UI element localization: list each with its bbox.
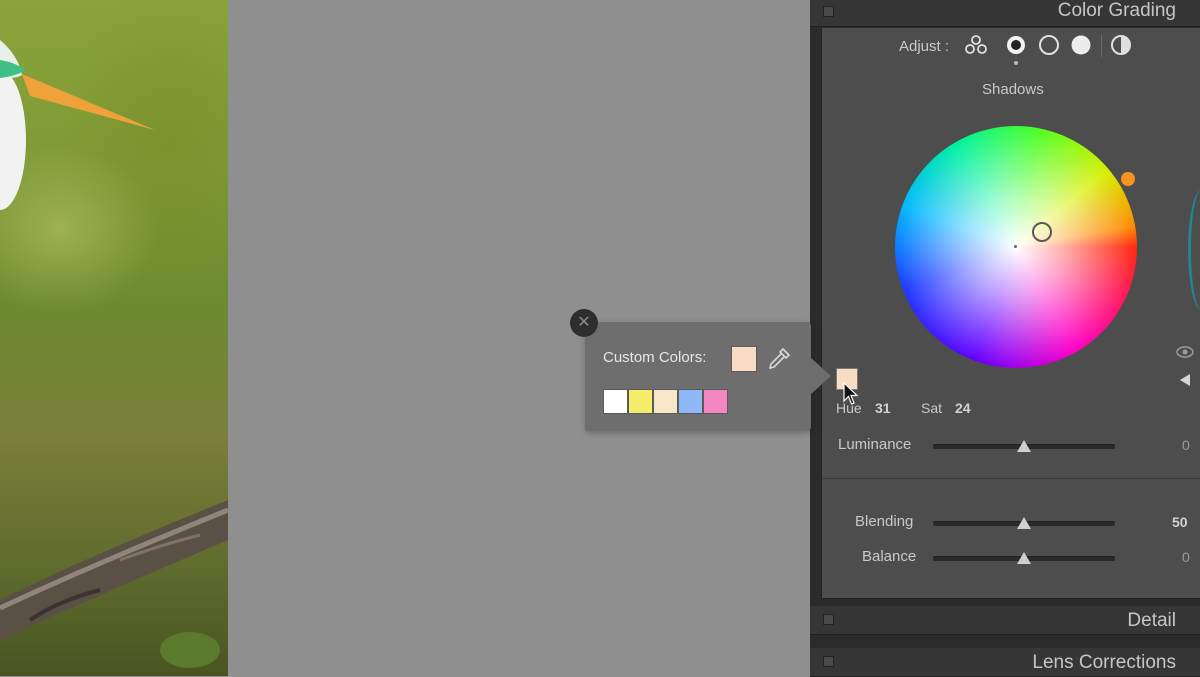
midtones-icon[interactable] [1038,34,1060,56]
luminance-slider-thumb[interactable] [1017,440,1031,452]
panel-toggle-icon[interactable] [823,6,834,17]
custom-colors-popup [585,322,811,431]
swatch-white[interactable] [603,389,628,414]
photo-preview [0,0,228,676]
luminance-value[interactable]: 0 [1182,437,1190,453]
swatch-cream[interactable] [653,389,678,414]
swatch-yellow[interactable] [628,389,653,414]
sat-value[interactable]: 24 [955,400,971,416]
adjust-divider [1101,35,1102,57]
close-button[interactable]: ✕ [570,309,598,337]
current-color-swatch[interactable] [731,346,757,372]
section-divider [822,478,1200,479]
active-mode-indicator [1014,61,1018,65]
panel-toggle-icon[interactable] [823,656,834,667]
custom-colors-label: Custom Colors: [603,349,707,366]
global-icon[interactable] [1110,34,1132,56]
detail-header[interactable]: Detail [810,606,1200,635]
color-wheel-picker[interactable] [1032,222,1052,242]
panel-toggle-icon[interactable] [823,614,834,625]
wheel-center-dot [1014,245,1017,248]
triangle-left-icon[interactable] [1178,373,1192,387]
popup-pointer [811,358,831,394]
eye-icon[interactable] [1176,345,1194,359]
balance-label: Balance [862,548,917,565]
eyedropper-icon[interactable] [766,346,792,372]
balance-value[interactable]: 0 [1182,549,1190,565]
hue-value[interactable]: 31 [875,400,891,416]
blending-label: Blending [855,513,914,530]
adjust-label: Adjust : [899,38,950,55]
lens-corrections-header[interactable]: Lens Corrections [810,648,1200,677]
hue-handle[interactable] [1121,172,1135,186]
color-grading-title: Color Grading [1057,0,1176,21]
shadows-icon[interactable] [1005,34,1027,56]
highlights-icon[interactable] [1070,34,1092,56]
luminance-label: Luminance [838,436,912,453]
hue-label: Hue [836,400,862,416]
blending-slider-thumb[interactable] [1017,517,1031,529]
swatch-blue[interactable] [678,389,703,414]
detail-title: Detail [1127,610,1176,631]
sat-label: Sat [921,400,943,416]
mode-title: Shadows [982,81,1044,98]
color-grading-header[interactable]: Color Grading [810,0,1200,27]
three-way-icon[interactable] [965,34,987,56]
blending-value[interactable]: 50 [1172,514,1188,530]
balance-slider-thumb[interactable] [1017,552,1031,564]
lens-corrections-title: Lens Corrections [1032,652,1176,673]
photo-content [0,40,228,668]
swatch-pink[interactable] [703,389,728,414]
